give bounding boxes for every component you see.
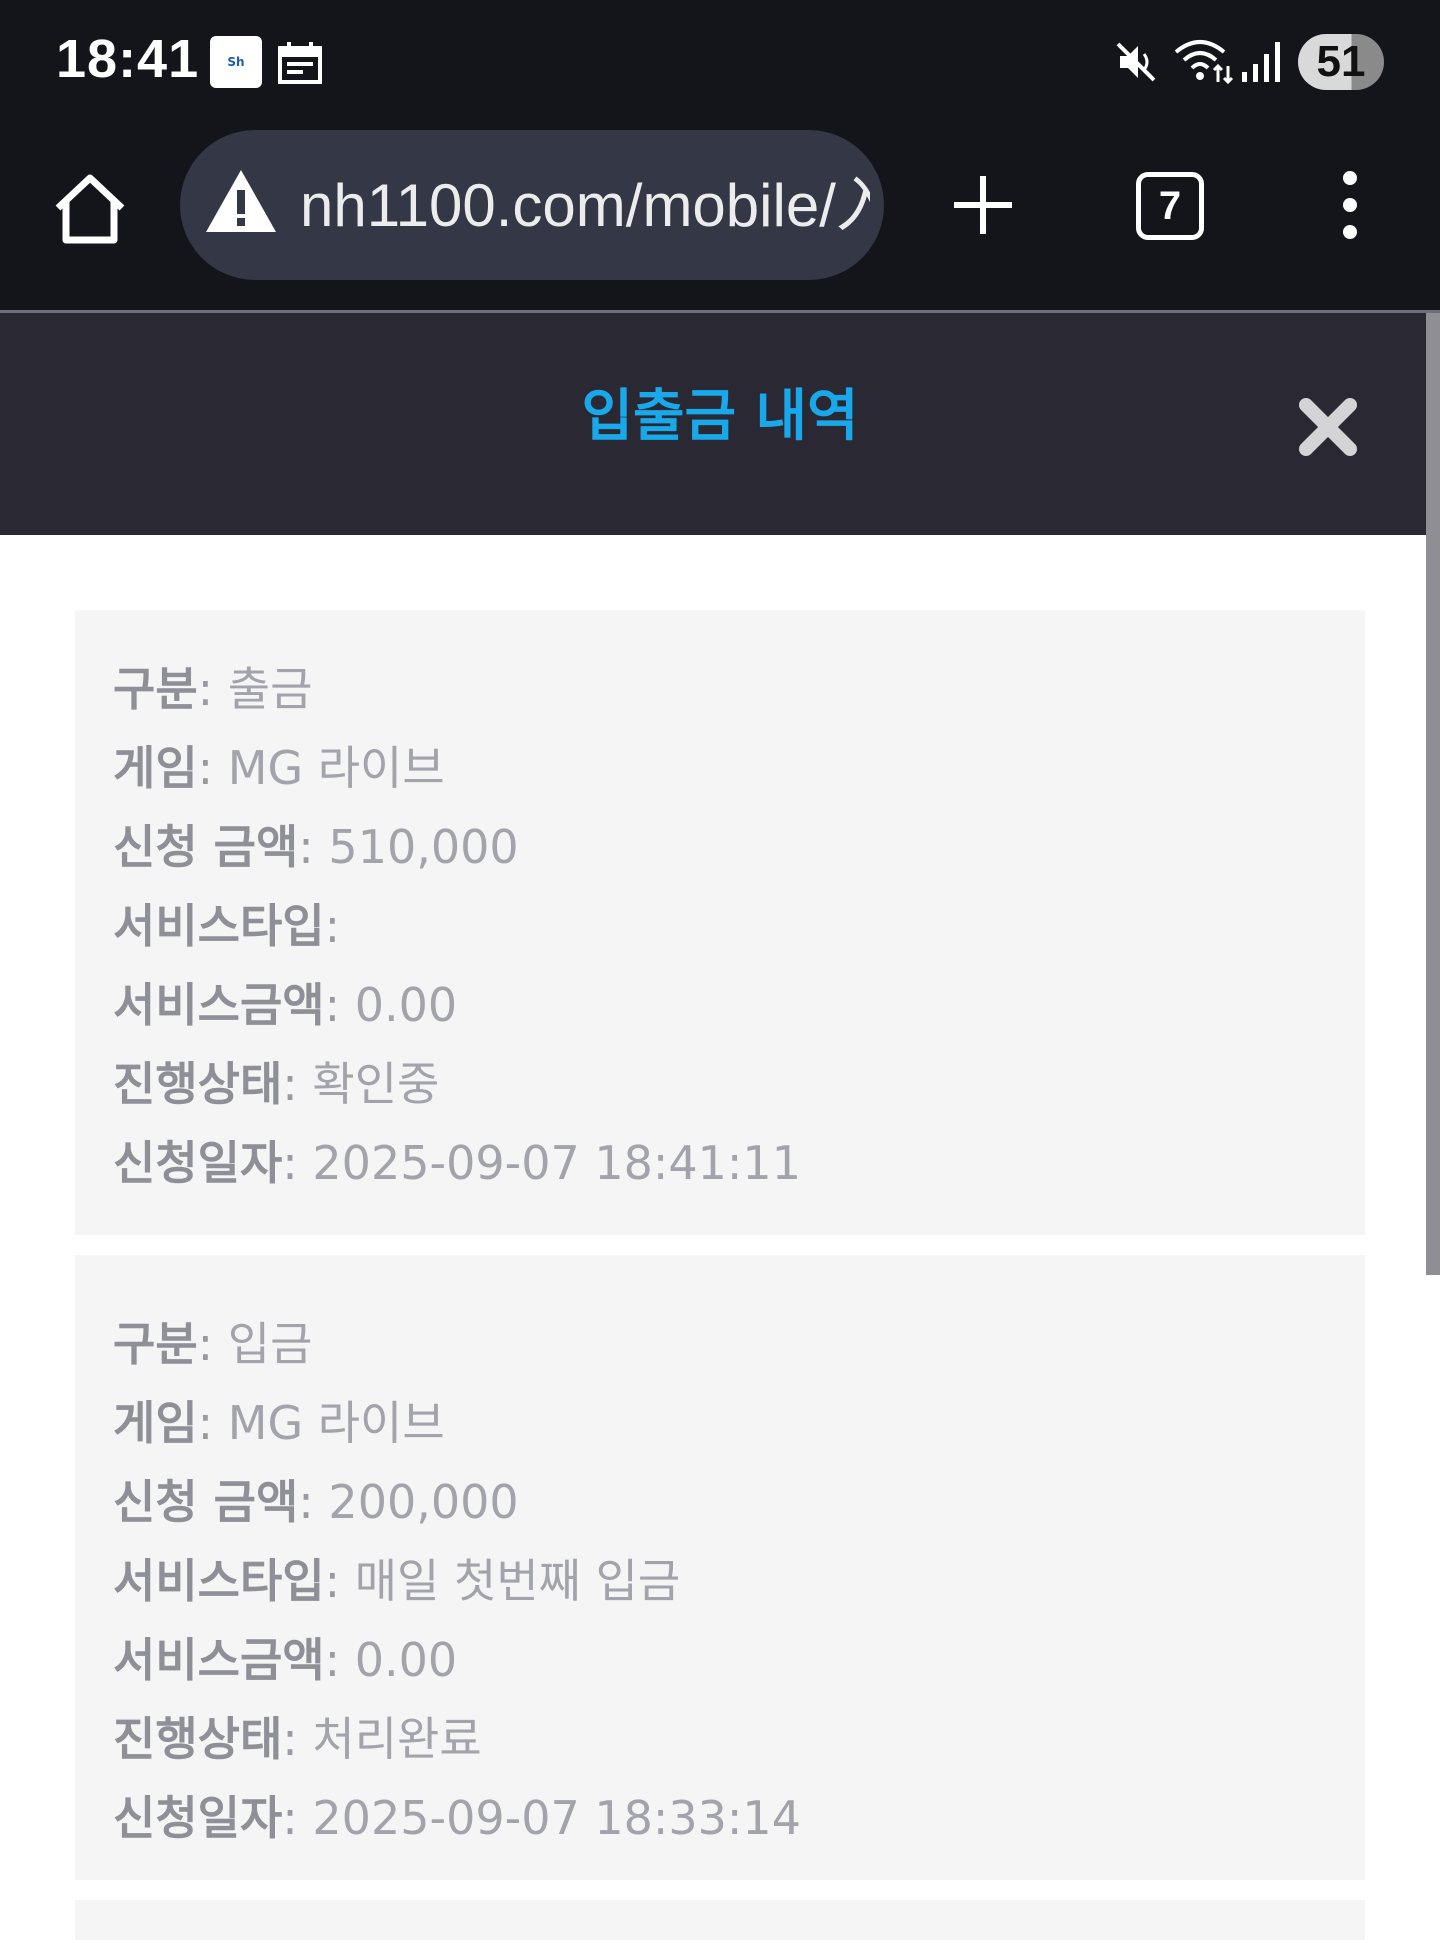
type-row: 구분: 입금: [113, 1317, 313, 1371]
service-amount-row: 서비스금액: 0.00: [113, 978, 458, 1032]
home-icon[interactable]: [50, 168, 130, 248]
tab-switcher-button[interactable]: 7: [1136, 172, 1204, 240]
status-value: 처리완료: [312, 1712, 482, 1766]
close-icon[interactable]: [1296, 395, 1360, 459]
date-value: 2025-09-07 18:41:11: [312, 1136, 801, 1190]
transaction-card: [75, 1900, 1365, 1940]
type-value: 출금: [227, 662, 313, 716]
date-row: 신청일자: 2025-09-07 18:33:14: [113, 1791, 801, 1845]
wifi-icon: [1174, 40, 1234, 85]
more-menu-icon[interactable]: [1334, 170, 1366, 240]
status-row: 진행상태: 확인중: [113, 1057, 440, 1111]
amount-row: 신청 금액: 510,000: [113, 820, 519, 874]
status-bar: 18:41 Sh 51: [0, 0, 1440, 128]
modal-header: 입출금 내역: [0, 313, 1426, 535]
date-row: 신청일자: 2025-09-07 18:41:11: [113, 1136, 801, 1190]
type-value: 입금: [227, 1317, 313, 1371]
game-row: 게임: MG 라이브: [113, 1396, 445, 1450]
service-amount-value: 0.00: [354, 978, 458, 1032]
game-row: 게임: MG 라이브: [113, 741, 445, 795]
type-row: 구분: 출금: [113, 662, 313, 716]
browser-toolbar: nh1100.com/mobile/入 7: [0, 128, 1440, 310]
battery-indicator: 51: [1298, 34, 1384, 90]
service-amount-value: 0.00: [354, 1633, 458, 1687]
warning-icon[interactable]: [204, 168, 278, 234]
suhyup-bank-icon: Sh: [210, 36, 262, 88]
status-time: 18:41: [56, 29, 200, 89]
transaction-card: 구분: 출금 게임: MG 라이브 신청 금액: 510,000 서비스타입: …: [75, 610, 1365, 1235]
service-type-row: 서비스타입: 매일 첫번째 입금: [113, 1554, 681, 1608]
url-bar[interactable]: nh1100.com/mobile/入: [180, 130, 884, 280]
service-type-value: 매일 첫번째 입금: [354, 1554, 681, 1608]
modal-title: 입출금 내역: [581, 384, 859, 449]
url-text[interactable]: nh1100.com/mobile/入: [300, 170, 870, 242]
new-tab-icon[interactable]: [948, 170, 1018, 240]
status-row: 진행상태: 처리완료: [113, 1712, 482, 1766]
scrollbar-thumb[interactable]: [1426, 313, 1440, 1275]
game-value: MG 라이브: [227, 741, 445, 795]
service-amount-row: 서비스금액: 0.00: [113, 1633, 458, 1687]
mute-icon: [1116, 42, 1156, 82]
amount-value: 510,000: [328, 820, 519, 874]
game-value: MG 라이브: [227, 1396, 445, 1450]
amount-row: 신청 금액: 200,000: [113, 1475, 519, 1529]
transaction-card: 구분: 입금 게임: MG 라이브 신청 금액: 200,000 서비스타입: …: [75, 1255, 1365, 1880]
amount-value: 200,000: [328, 1475, 519, 1529]
service-type-row: 서비스타입:: [113, 899, 341, 953]
status-value: 확인중: [312, 1057, 440, 1111]
calendar-icon: [278, 42, 322, 84]
signal-icon: [1242, 42, 1280, 82]
date-value: 2025-09-07 18:33:14: [312, 1791, 801, 1845]
